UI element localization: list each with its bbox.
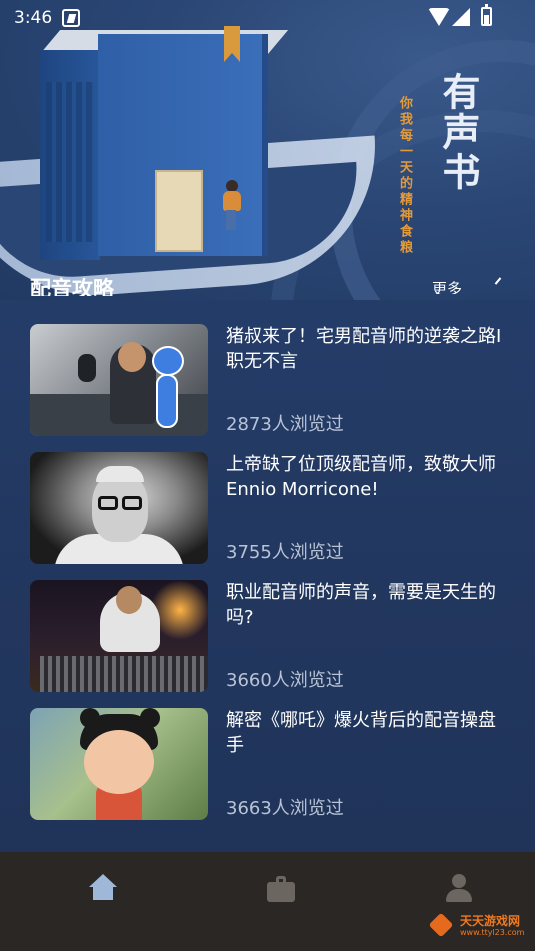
- banner-title: 有声书: [436, 72, 480, 192]
- app-screen: 有声书 你我每一天的精神食粮 配音攻略 更多 3:46 猪叔来了！宅男配音师的逆…: [0, 0, 535, 951]
- user-icon[interactable]: [445, 874, 473, 902]
- article-title[interactable]: 上帝缺了位顶级配音师，致敬大师Ennio Morricone!: [226, 452, 510, 502]
- home-icon[interactable]: [89, 874, 117, 902]
- article-thumbnail[interactable]: [30, 708, 208, 820]
- article-views: 3755人浏览过: [226, 542, 344, 563]
- nav-works[interactable]: [192, 852, 370, 951]
- wifi-icon: [428, 8, 450, 26]
- site-watermark: 天天游戏网 www.ttyl23.com: [428, 912, 530, 942]
- list-item[interactable]: 解密《哪吒》爆火背后的配音操盘手 3663人浏览过: [30, 702, 510, 820]
- watermark-url: www.ttyl23.com: [460, 928, 525, 937]
- article-views: 2873人浏览过: [226, 414, 344, 435]
- banner-subtitle: 你我每一天的精神食粮: [397, 96, 412, 256]
- watermark-logo-icon: [428, 912, 454, 938]
- article-views: 3660人浏览过: [226, 670, 344, 691]
- article-thumbnail[interactable]: [30, 452, 208, 564]
- article-thumbnail[interactable]: [30, 324, 208, 436]
- status-bar: 3:46: [0, 0, 535, 36]
- door-illustration: [155, 170, 203, 252]
- list-item[interactable]: 职业配音师的声音，需要是天生的吗? 3660人浏览过: [30, 574, 510, 692]
- list-item[interactable]: 猪叔来了！宅男配音师的逆袭之路I 职无不言 2873人浏览过: [30, 318, 510, 436]
- article-views: 3663人浏览过: [226, 798, 344, 819]
- cell-signal-icon: [452, 8, 470, 26]
- status-time: 3:46: [14, 8, 53, 28]
- sim-card-icon: [62, 9, 80, 27]
- article-title[interactable]: 猪叔来了！宅男配音师的逆袭之路I 职无不言: [226, 324, 510, 374]
- audiobook-banner[interactable]: 有声书 你我每一天的精神食粮 配音攻略 更多: [0, 0, 535, 300]
- article-title[interactable]: 职业配音师的声音，需要是天生的吗?: [226, 580, 510, 630]
- article-title[interactable]: 解密《哪吒》爆火背后的配音操盘手: [226, 708, 510, 758]
- watermark-name: 天天游戏网: [460, 914, 521, 928]
- nav-home[interactable]: [14, 852, 192, 951]
- battery-icon: [481, 4, 492, 26]
- list-item[interactable]: 上帝缺了位顶级配音师，致敬大师Ennio Morricone! 3755人浏览过: [30, 446, 510, 564]
- girl-reading-illustration: [220, 180, 242, 232]
- article-thumbnail[interactable]: [30, 580, 208, 692]
- more-link[interactable]: 更多: [432, 274, 462, 294]
- briefcase-icon[interactable]: [267, 874, 295, 902]
- section-title: 配音攻略: [30, 277, 114, 296]
